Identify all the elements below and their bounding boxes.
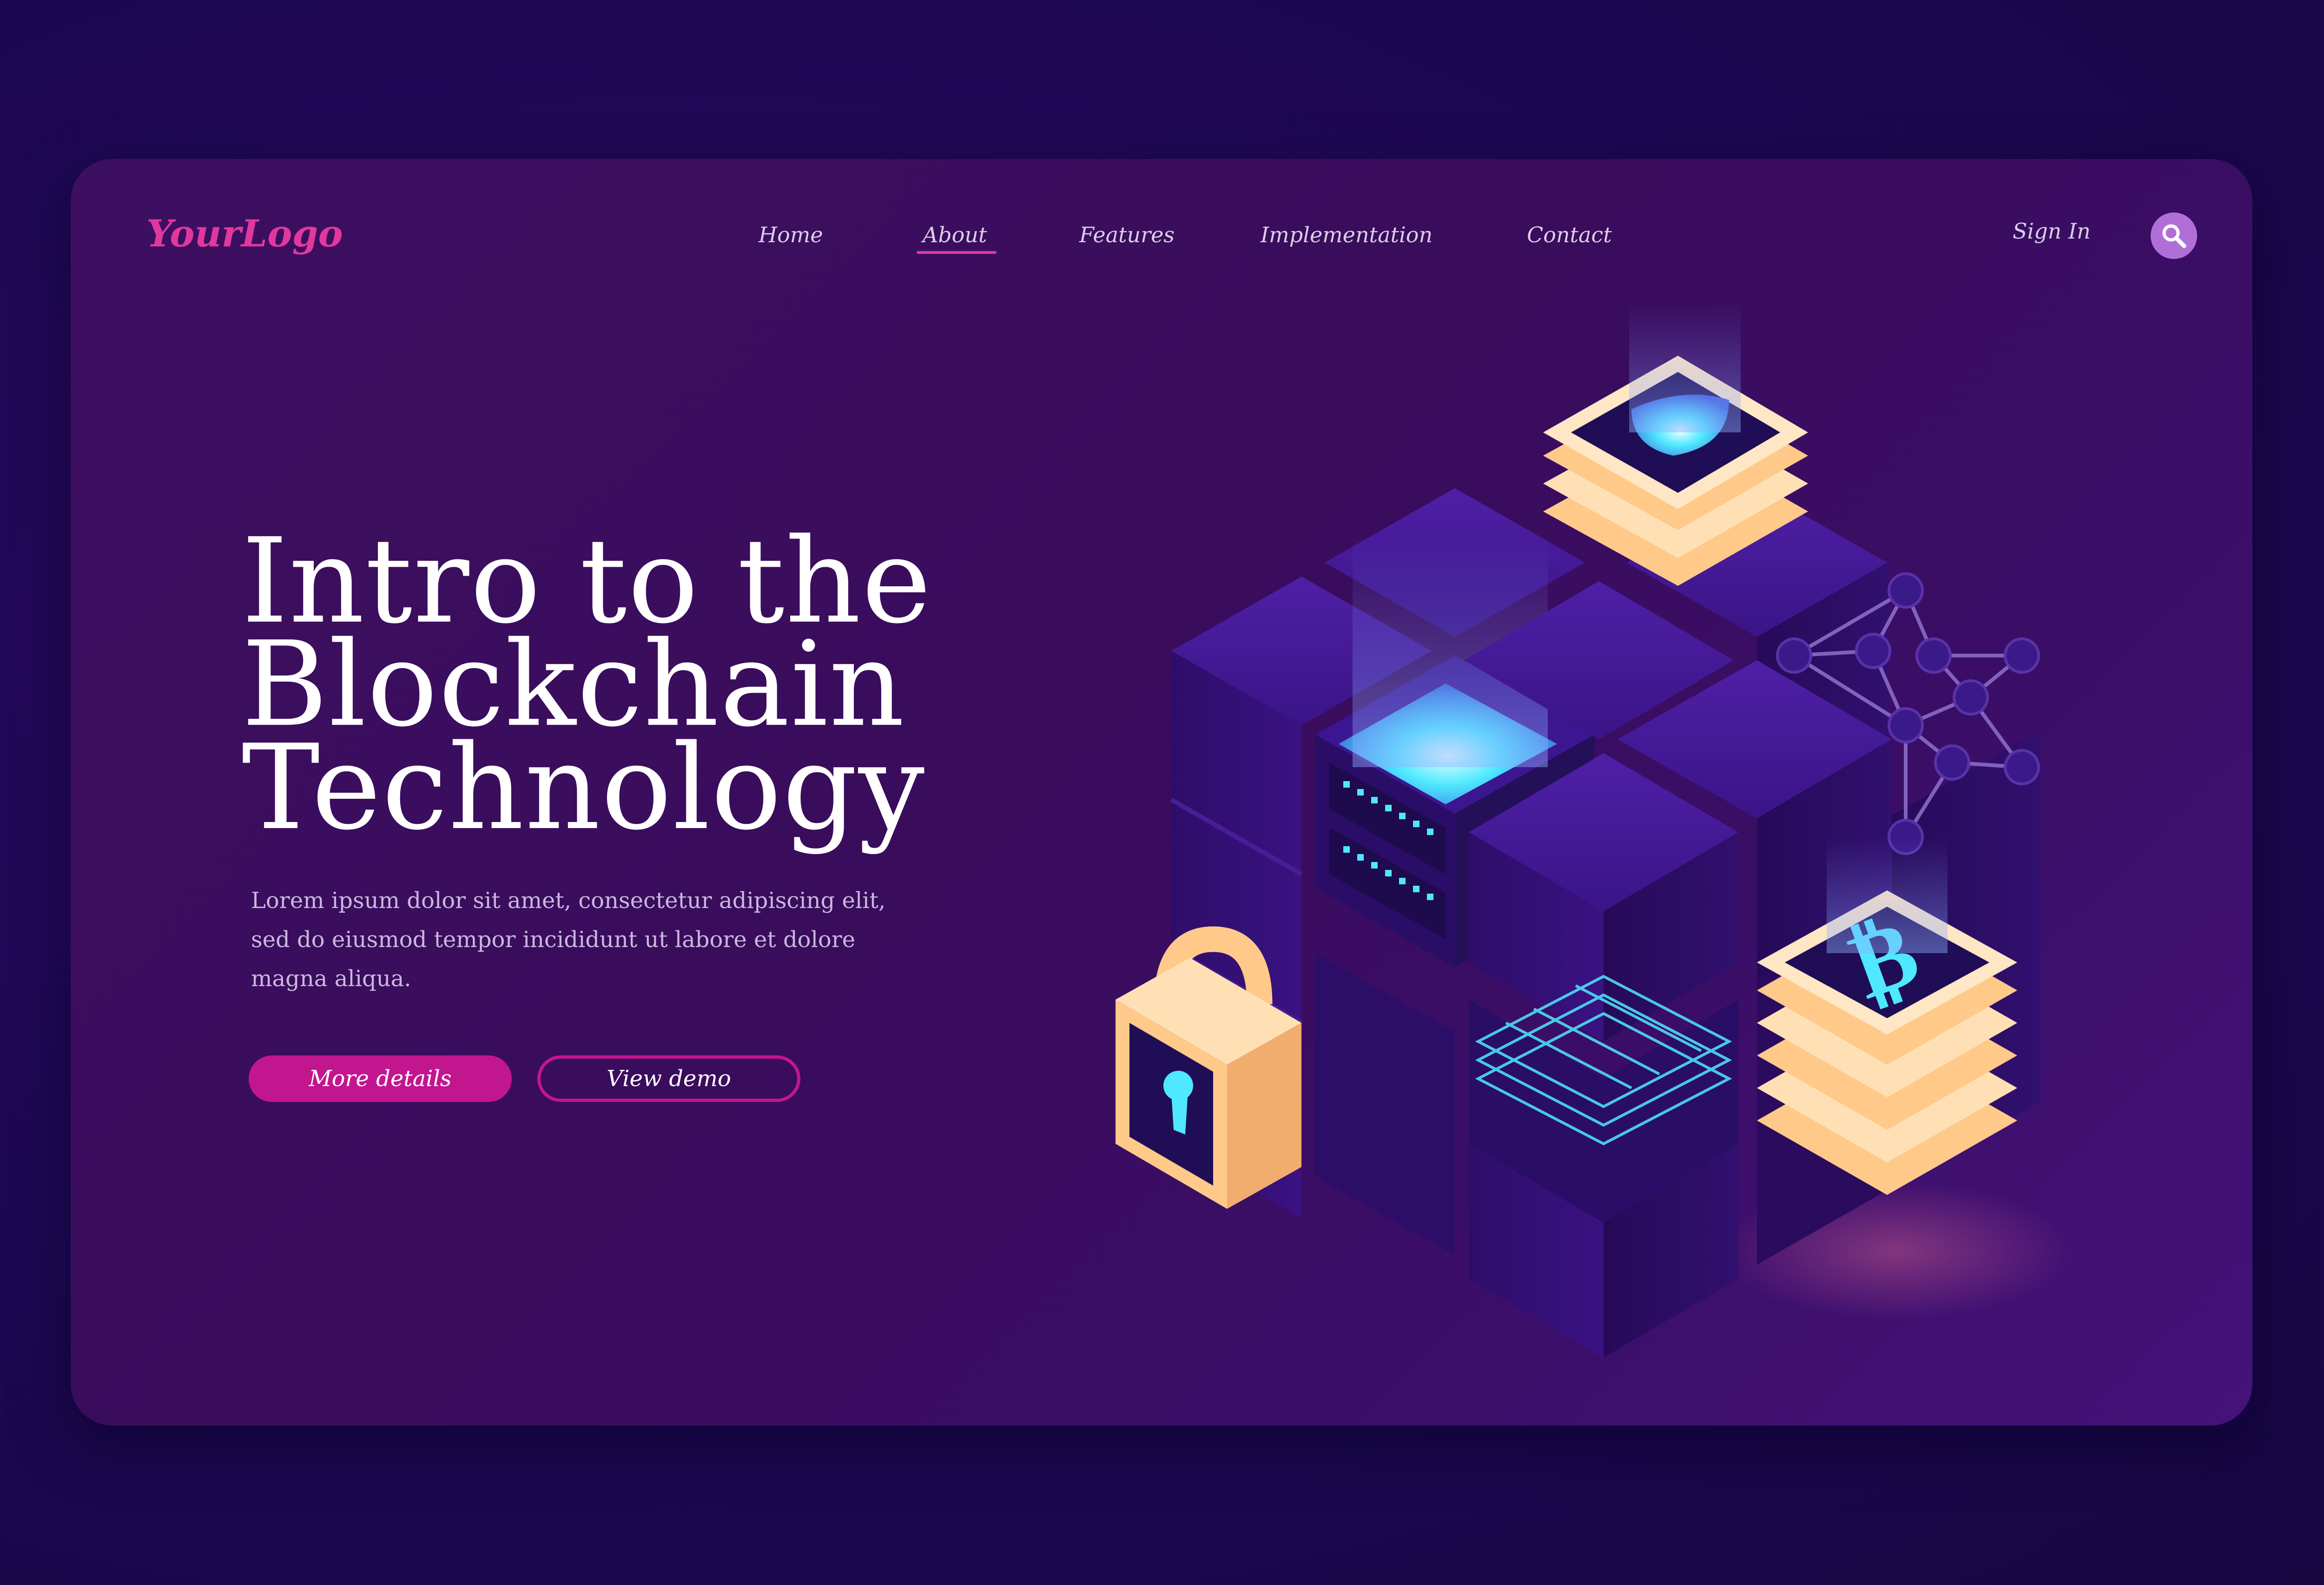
- view-demo-button[interactable]: View demo: [537, 1055, 800, 1102]
- nav-about[interactable]: About: [923, 222, 987, 247]
- more-details-button[interactable]: More details: [249, 1055, 512, 1102]
- search-button[interactable]: [2151, 212, 2197, 259]
- nav-contact[interactable]: Contact: [1527, 222, 1612, 247]
- hero-title-line-3: Technology: [242, 720, 926, 856]
- hero-description: Lorem ipsum dolor sit amet, consectetur …: [251, 888, 886, 992]
- search-icon: [2162, 224, 2186, 248]
- logo[interactable]: YourLogo: [146, 212, 343, 255]
- nav-home[interactable]: Home: [759, 222, 823, 247]
- nav-implementation[interactable]: Implementation: [1261, 222, 1433, 247]
- nav-active-underline: [917, 251, 997, 254]
- nav-features[interactable]: Features: [1079, 222, 1175, 247]
- hero-title: Intro to the Blockchain Technology: [242, 523, 1032, 856]
- sign-in-link[interactable]: Sign In: [2013, 219, 2091, 244]
